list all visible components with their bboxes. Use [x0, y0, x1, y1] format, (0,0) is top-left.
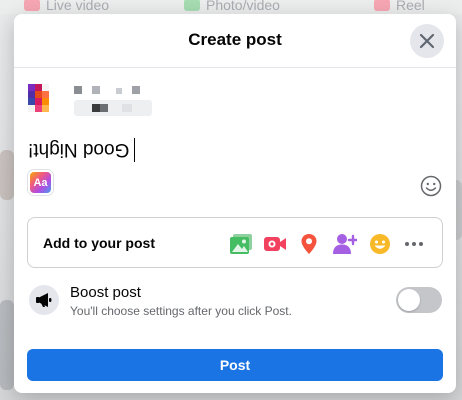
background-tab-photo-video: Photo/video — [184, 0, 280, 13]
add-to-post-panel: Add to your post — [27, 217, 443, 268]
background-tab-label: Photo/video — [206, 0, 280, 13]
boost-icon-container — [29, 285, 59, 315]
boost-post-title: Boost post — [70, 284, 141, 301]
live-video-icon — [24, 0, 40, 11]
boost-post-subtitle: You'll choose settings after you click P… — [70, 304, 292, 318]
post-composer-text[interactable]: Good Night! — [28, 138, 129, 160]
boost-post-toggle[interactable] — [396, 287, 442, 313]
tag-people-icon — [333, 234, 357, 254]
text-style-button[interactable]: Aa — [28, 170, 53, 195]
background-tab-label: Reel — [396, 0, 425, 13]
tag-people-button[interactable] — [332, 231, 358, 257]
background-composer-bar: Live video Photo/video Reel — [0, 0, 462, 14]
location-pin-icon — [301, 234, 317, 254]
live-video-button[interactable] — [262, 231, 288, 257]
background-tab-label: Live video — [46, 0, 110, 13]
close-button[interactable] — [410, 24, 444, 58]
feeling-activity-button[interactable] — [367, 231, 393, 257]
background-tab-live-video: Live video — [24, 0, 109, 13]
live-video-icon — [264, 237, 286, 251]
dialog-header: Create post — [14, 14, 456, 68]
create-post-dialog: Create post Good Night! Aa Add to your p… — [14, 14, 456, 393]
user-name-blurred — [74, 86, 152, 116]
photo-video-icon — [230, 234, 252, 254]
feeling-emoji-icon — [370, 234, 390, 254]
emoji-icon[interactable] — [420, 175, 442, 197]
dialog-title: Create post — [188, 30, 282, 49]
photo-video-icon — [184, 0, 200, 11]
photo-video-button[interactable] — [228, 231, 254, 257]
text-cursor — [134, 138, 135, 162]
background-blur — [0, 150, 14, 200]
reel-icon — [374, 0, 390, 11]
background-tab-reel: Reel — [374, 0, 425, 13]
avatar — [28, 84, 49, 112]
add-to-post-label: Add to your post — [43, 235, 155, 251]
location-button[interactable] — [296, 231, 322, 257]
more-options-button[interactable] — [401, 231, 427, 257]
toggle-knob — [398, 289, 420, 311]
background-blur — [0, 300, 14, 390]
megaphone-icon — [36, 293, 52, 307]
close-icon — [419, 33, 435, 49]
more-options-icon — [405, 242, 423, 246]
post-button[interactable]: Post — [27, 349, 443, 381]
